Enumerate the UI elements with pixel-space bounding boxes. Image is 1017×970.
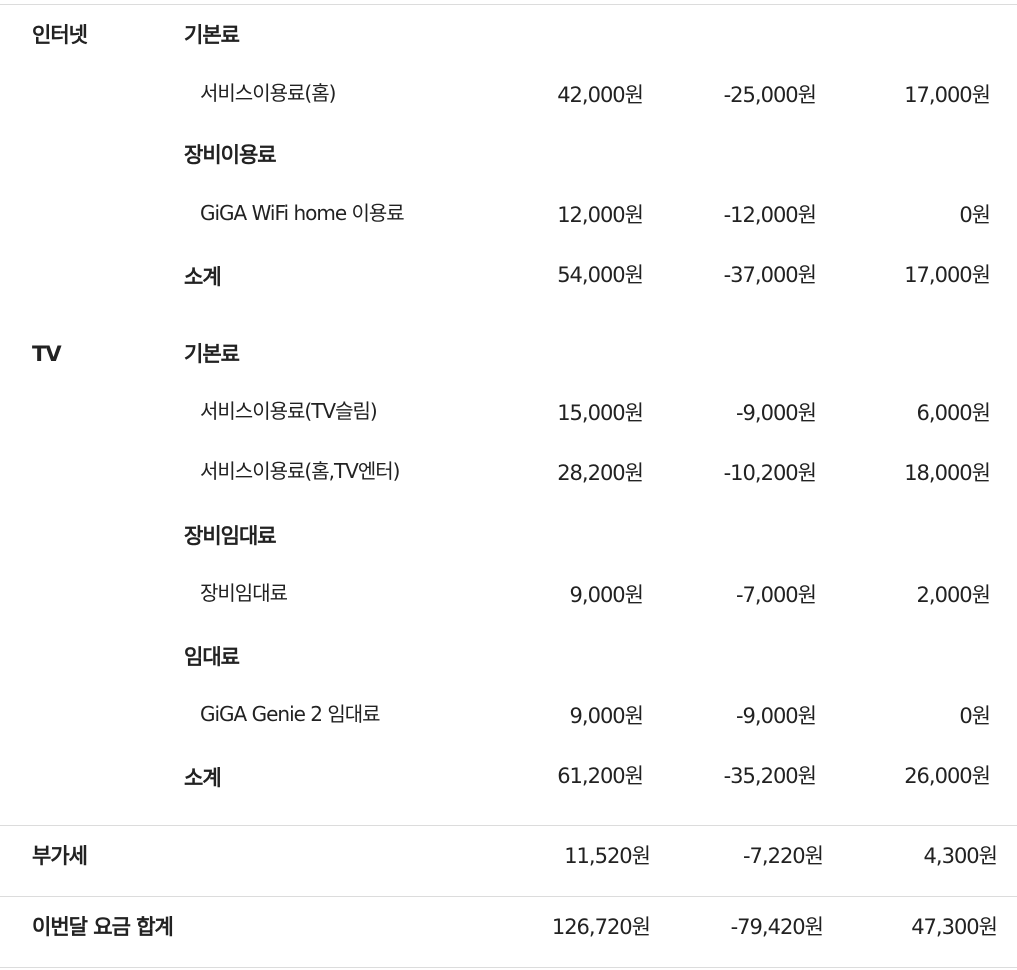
grand-total-label: 이번달 요금 합계 [32,915,174,939]
item-name: 서비스이용료(홈,TV엔터) [200,459,400,483]
tv-rental-label: 임대료 [184,645,240,669]
subtotal-label: 소계 [184,265,222,289]
discount-amount: -35,200원 [723,764,817,788]
charge-amount: 9,000원 [569,583,644,607]
item-name: GiGA Genie 2 임대료 [200,702,381,726]
item-name: 장비임대료 [200,581,288,605]
category-internet-label: 인터넷 [32,23,88,47]
total-amount: 2,000원 [916,583,991,607]
discount-amount: -7,000원 [735,583,817,607]
item-name: 서비스이용료(TV슬림) [200,399,378,423]
total-amount: 0원 [959,704,991,728]
item-name: 서비스이용료(홈) [200,81,336,105]
total-amount: 4,300원 [923,844,998,868]
discount-amount: -7,220원 [742,844,824,868]
discount-amount: -9,000원 [735,401,817,425]
charge-amount: 9,000원 [569,704,644,728]
total-amount: 17,000원 [904,263,991,287]
subtotal-label: 소계 [184,766,222,790]
discount-amount: -12,000원 [723,203,817,227]
total-amount: 17,000원 [904,83,991,107]
category-tv-label: TV [32,342,62,366]
bottom-divider [0,967,1017,968]
internet-equipment-fee-label: 장비이용료 [184,143,277,167]
charge-amount: 42,000원 [557,83,644,107]
charge-amount: 11,520원 [564,844,651,868]
total-amount: 18,000원 [904,461,991,485]
discount-amount: -10,200원 [723,461,817,485]
section-divider [0,896,1017,897]
charge-amount: 126,720원 [551,915,651,939]
charge-amount: 12,000원 [557,203,644,227]
discount-amount: -37,000원 [723,263,817,287]
internet-basic-fee-label: 기본료 [184,23,240,47]
vat-label: 부가세 [32,844,88,868]
total-amount: 26,000원 [904,764,991,788]
total-amount: 47,300원 [911,915,998,939]
item-name: GiGA WiFi home 이용료 [200,201,405,225]
charge-amount: 28,200원 [557,461,644,485]
top-divider [0,4,1017,5]
discount-amount: -79,420원 [730,915,824,939]
charge-amount: 54,000원 [557,263,644,287]
total-amount: 6,000원 [916,401,991,425]
discount-amount: -9,000원 [735,704,817,728]
section-divider [0,825,1017,826]
tv-basic-fee-label: 기본료 [184,342,240,366]
charge-amount: 61,200원 [557,764,644,788]
charge-amount: 15,000원 [557,401,644,425]
tv-equipment-rental-label: 장비임대료 [184,524,277,548]
total-amount: 0원 [959,203,991,227]
discount-amount: -25,000원 [723,83,817,107]
